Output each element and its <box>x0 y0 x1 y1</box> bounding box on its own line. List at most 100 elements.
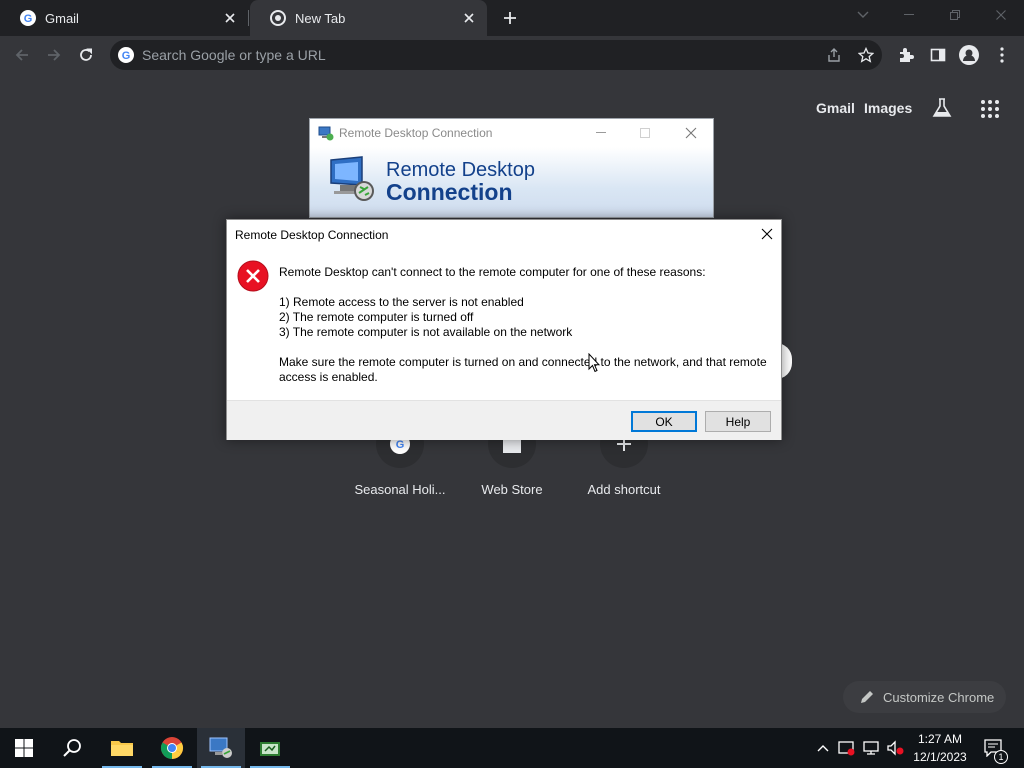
taskbar-remote-desktop[interactable] <box>197 728 245 768</box>
side-panel-icon <box>930 48 946 62</box>
dialog-advice-line-1: Make sure the remote computer is turned … <box>279 355 767 369</box>
gmail-link[interactable]: Gmail <box>816 100 855 116</box>
taskbar-file-explorer[interactable] <box>98 728 146 768</box>
extensions-button[interactable] <box>892 41 920 69</box>
chrome-icon <box>161 737 183 759</box>
minimize-icon <box>904 14 914 15</box>
omnibox[interactable]: G <box>110 40 882 70</box>
profile-button[interactable] <box>955 41 983 69</box>
notification-count-badge: 1 <box>994 750 1008 764</box>
tray-security-icon[interactable] <box>836 728 858 768</box>
notification-center-button[interactable]: 1 <box>980 728 1008 768</box>
error-icon <box>237 260 269 292</box>
bookmark-star-icon[interactable] <box>854 43 878 67</box>
restore-button[interactable] <box>932 0 978 30</box>
tab-strip: G Gmail New Tab <box>0 0 1024 36</box>
clock-time: 1:27 AM <box>917 732 963 746</box>
pencil-icon <box>861 691 873 703</box>
images-link[interactable]: Images <box>864 100 912 116</box>
dialog-advice-line-2: access is enabled. <box>279 370 378 384</box>
reload-button[interactable] <box>72 41 100 69</box>
close-tab-icon[interactable] <box>220 8 240 28</box>
close-tab-icon[interactable] <box>459 8 479 28</box>
restore-icon <box>950 10 960 20</box>
back-button[interactable] <box>8 41 36 69</box>
tab-gmail[interactable]: G Gmail <box>0 0 248 36</box>
chevron-up-icon <box>817 745 829 752</box>
dialog-reason-1: 1) Remote access to the server is not en… <box>279 295 524 309</box>
windows-logo-icon <box>15 739 33 757</box>
svg-text:G: G <box>396 439 405 451</box>
dialog-reason-3: 3) The remote computer is not available … <box>279 325 573 339</box>
avatar-icon <box>959 45 979 65</box>
folder-icon <box>111 741 133 756</box>
dialog-close-button[interactable] <box>753 222 781 246</box>
menu-button[interactable] <box>988 41 1016 69</box>
rdc-minimize-button[interactable] <box>587 123 615 143</box>
app-window-icon <box>260 742 280 756</box>
error-dialog: Remote Desktop Connection Remote Desktop… <box>226 219 782 440</box>
tab-search-button[interactable] <box>840 0 886 30</box>
shortcut-label: Add shortcut <box>587 482 661 497</box>
shortcut-label: Web Store <box>481 482 543 497</box>
rdc-maximize-button <box>631 123 659 143</box>
rdc-banner-line2: Connection <box>386 179 513 205</box>
reload-icon <box>80 48 92 61</box>
tab-title: Gmail <box>45 10 79 26</box>
start-button[interactable] <box>0 728 48 768</box>
browser-toolbar: G <box>0 36 1024 74</box>
rdc-title-bar: Remote Desktop Connection <box>310 119 713 147</box>
rdc-banner: Remote Desktop Connection <box>310 147 713 217</box>
show-hidden-icons-button[interactable] <box>812 728 834 768</box>
share-icon[interactable] <box>822 43 846 67</box>
dialog-button-bar: OK Help <box>227 400 781 440</box>
svg-text:G: G <box>24 13 33 25</box>
dialog-message: Remote Desktop can't connect to the remo… <box>279 265 706 279</box>
omnibox-input[interactable] <box>142 40 822 70</box>
labs-flask-icon[interactable] <box>931 97 953 119</box>
taskbar-clock[interactable]: 1:27 AM 12/1/2023 <box>908 730 972 766</box>
rdc-close-button[interactable] <box>677 123 705 143</box>
chrome-icon <box>270 10 286 26</box>
close-icon <box>685 127 697 139</box>
volume-muted-icon[interactable] <box>884 728 906 768</box>
remote-desktop-icon <box>209 737 232 758</box>
search-icon <box>63 739 81 757</box>
rdc-window-title: Remote Desktop Connection <box>339 126 493 140</box>
customize-chrome-label: Customize Chrome <box>883 689 995 705</box>
puzzle-icon <box>900 48 914 62</box>
maximize-icon <box>640 128 650 138</box>
ok-button[interactable]: OK <box>631 411 697 432</box>
chevron-down-icon <box>857 11 869 18</box>
network-icon[interactable] <box>860 728 882 768</box>
arrow-right-icon <box>48 49 61 61</box>
clock-date: 12/1/2023 <box>913 750 967 764</box>
forward-button[interactable] <box>40 41 68 69</box>
kebab-menu-icon <box>1000 47 1004 63</box>
tab-divider <box>248 10 249 26</box>
minimize-icon <box>596 132 606 133</box>
rdc-main-window: Remote Desktop Connection Remote Desktop… <box>309 118 714 218</box>
side-panel-button[interactable] <box>924 41 952 69</box>
minimize-button[interactable] <box>886 0 932 30</box>
plus-icon <box>504 12 516 24</box>
remote-desktop-icon <box>318 125 334 141</box>
taskbar-search-button[interactable] <box>48 728 96 768</box>
help-button[interactable]: Help <box>705 411 771 432</box>
close-icon <box>761 228 773 240</box>
google-icon: G <box>20 10 36 26</box>
taskbar-chrome[interactable] <box>148 728 196 768</box>
customize-chrome-button[interactable]: Customize Chrome <box>843 681 1006 713</box>
close-icon <box>996 10 1006 20</box>
mouse-cursor-icon <box>588 352 601 373</box>
google-icon: G <box>118 47 134 63</box>
svg-text:G: G <box>122 50 131 62</box>
tab-new-tab[interactable]: New Tab <box>250 0 487 36</box>
tab-title: New Tab <box>295 10 346 26</box>
remote-desktop-logo-icon <box>326 155 376 205</box>
new-tab-button[interactable] <box>498 6 522 30</box>
apps-grid-icon[interactable] <box>980 99 1000 119</box>
dialog-title: Remote Desktop Connection <box>235 228 389 242</box>
close-window-button[interactable] <box>978 0 1024 30</box>
taskbar-app[interactable] <box>246 728 294 768</box>
